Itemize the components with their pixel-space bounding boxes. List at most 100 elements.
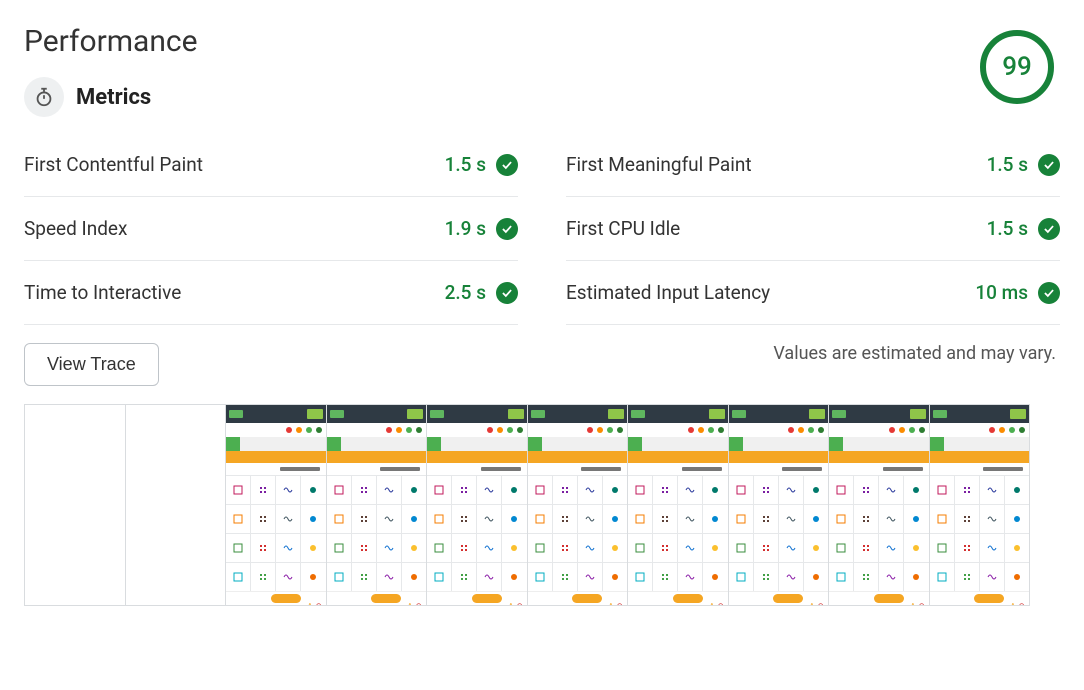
frame-textline bbox=[427, 463, 527, 475]
frame-search bbox=[930, 437, 1030, 451]
frame-search bbox=[427, 437, 527, 451]
frame-grid-cell bbox=[729, 476, 753, 504]
frame-grid bbox=[226, 475, 326, 591]
frame-grid-cell bbox=[502, 476, 526, 504]
frame-grid-cell bbox=[402, 534, 426, 562]
frame-grid-cell bbox=[402, 476, 426, 504]
frame-bottom bbox=[528, 591, 628, 605]
metric-value-text: 1.5 s bbox=[445, 153, 486, 176]
frame-grid-cell bbox=[628, 505, 652, 533]
frame-grid-cell bbox=[955, 505, 979, 533]
estimate-note: Values are estimated and may vary. bbox=[773, 343, 1056, 364]
frame-grid-cell bbox=[804, 563, 828, 591]
frame-grid-cell bbox=[754, 534, 778, 562]
performance-score: 99 bbox=[980, 30, 1054, 104]
frame-grid-cell bbox=[502, 534, 526, 562]
frame-grid-cell bbox=[528, 534, 552, 562]
frame-grid-cell bbox=[829, 563, 853, 591]
frame-grid-cell bbox=[402, 505, 426, 533]
metric-value-text: 10 ms bbox=[975, 281, 1028, 304]
frame-grid-cell bbox=[352, 563, 376, 591]
frame-grid-cell bbox=[402, 563, 426, 591]
frame-grid-cell bbox=[226, 563, 250, 591]
frame-grid-cell bbox=[628, 534, 652, 562]
frame-grid-cell bbox=[528, 476, 552, 504]
frame-grid-cell bbox=[678, 476, 702, 504]
frame-grid-cell bbox=[1005, 476, 1029, 504]
frame-grid-cell bbox=[276, 534, 300, 562]
frame-dots bbox=[628, 423, 728, 437]
frame-search bbox=[528, 437, 628, 451]
metric-label: First Contentful Paint bbox=[24, 153, 445, 176]
screenshot-filmstrip bbox=[24, 404, 1030, 606]
frame-grid-cell bbox=[477, 534, 501, 562]
frame-grid-cell bbox=[427, 505, 451, 533]
frame-grid-cell bbox=[477, 476, 501, 504]
metric-value: 1.5 s bbox=[445, 153, 518, 176]
frame-bottom bbox=[729, 591, 829, 605]
metric-row: Time to Interactive2.5 s bbox=[24, 261, 518, 325]
frame-grid-cell bbox=[553, 563, 577, 591]
frame-grid bbox=[930, 475, 1030, 591]
frame-grid-cell bbox=[729, 563, 753, 591]
check-icon bbox=[496, 218, 518, 240]
frame-grid-cell bbox=[528, 563, 552, 591]
filmstrip-frame bbox=[930, 405, 1030, 605]
frame-grid-cell bbox=[327, 505, 351, 533]
frame-grid bbox=[427, 475, 527, 591]
metric-value: 1.9 s bbox=[445, 217, 518, 240]
frame-textline bbox=[628, 463, 728, 475]
frame-search bbox=[829, 437, 929, 451]
frame-grid-cell bbox=[829, 476, 853, 504]
frame-grid-cell bbox=[1005, 563, 1029, 591]
view-trace-button[interactable]: View Trace bbox=[24, 343, 159, 386]
frame-grid-cell bbox=[980, 534, 1004, 562]
frame-grid-cell bbox=[779, 505, 803, 533]
frame-grid-cell bbox=[703, 505, 727, 533]
frame-grid-cell bbox=[703, 534, 727, 562]
frame-header bbox=[427, 405, 527, 423]
frame-textline bbox=[729, 463, 829, 475]
metric-value: 2.5 s bbox=[445, 281, 518, 304]
frame-grid-cell bbox=[352, 476, 376, 504]
frame-header bbox=[930, 405, 1030, 423]
frame-band bbox=[729, 451, 829, 463]
frame-grid-cell bbox=[603, 476, 627, 504]
metric-row: Speed Index1.9 s bbox=[24, 197, 518, 261]
metric-row: First CPU Idle1.5 s bbox=[566, 197, 1060, 261]
frame-grid-cell bbox=[779, 534, 803, 562]
frame-grid-cell bbox=[276, 476, 300, 504]
frame-grid-cell bbox=[904, 534, 928, 562]
metric-label: Time to Interactive bbox=[24, 281, 445, 304]
frame-grid bbox=[829, 475, 929, 591]
frame-grid-cell bbox=[754, 563, 778, 591]
frame-grid-cell bbox=[653, 476, 677, 504]
frame-dots bbox=[729, 423, 829, 437]
frame-grid-cell bbox=[452, 476, 476, 504]
frame-grid-cell bbox=[879, 476, 903, 504]
frame-grid-cell bbox=[879, 534, 903, 562]
frame-grid-cell bbox=[904, 505, 928, 533]
frame-grid-cell bbox=[452, 534, 476, 562]
frame-grid bbox=[628, 475, 728, 591]
frame-band bbox=[528, 451, 628, 463]
frame-textline bbox=[528, 463, 628, 475]
frame-grid-cell bbox=[854, 505, 878, 533]
frame-grid-cell bbox=[980, 476, 1004, 504]
frame-grid-cell bbox=[930, 534, 954, 562]
frame-grid-cell bbox=[327, 476, 351, 504]
frame-band bbox=[628, 451, 728, 463]
frame-grid-cell bbox=[904, 563, 928, 591]
filmstrip-frame bbox=[528, 405, 629, 605]
metric-value-text: 1.5 s bbox=[987, 153, 1028, 176]
frame-grid-cell bbox=[980, 505, 1004, 533]
frame-grid-cell bbox=[879, 563, 903, 591]
frame-grid-cell bbox=[301, 563, 325, 591]
frame-grid-cell bbox=[829, 534, 853, 562]
frame-grid-cell bbox=[327, 563, 351, 591]
frame-grid-cell bbox=[653, 563, 677, 591]
metric-label: First CPU Idle bbox=[566, 217, 987, 240]
frame-grid-cell bbox=[703, 476, 727, 504]
frame-search bbox=[729, 437, 829, 451]
frame-grid-cell bbox=[427, 476, 451, 504]
